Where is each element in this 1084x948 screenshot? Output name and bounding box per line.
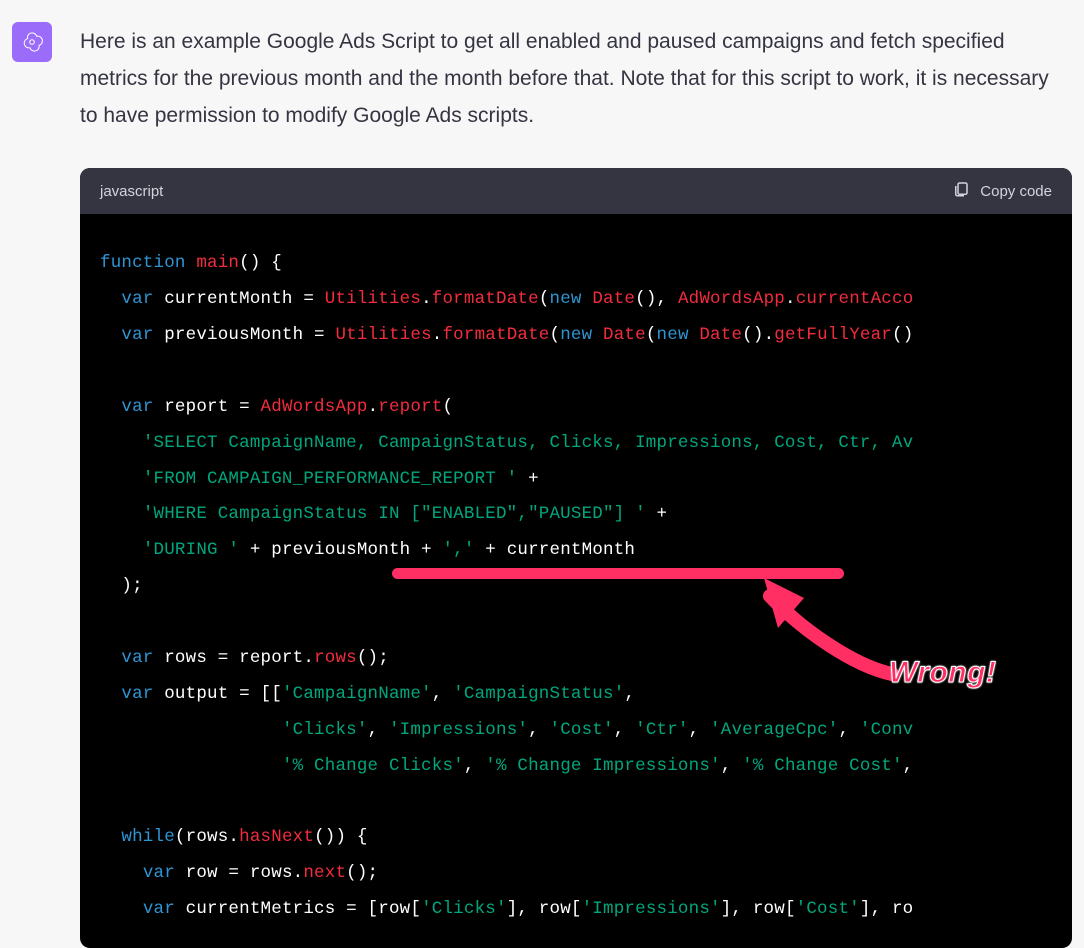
assistant-avatar-icon <box>12 22 52 62</box>
copy-code-label: Copy code <box>980 183 1052 200</box>
annotation-arrow-icon <box>734 578 904 688</box>
code-language-label: javascript <box>100 183 163 200</box>
code-content[interactable]: function main() { var currentMonth = Uti… <box>80 214 1072 948</box>
clipboard-icon <box>952 180 970 202</box>
message-content: Here is an example Google Ads Script to … <box>80 22 1072 948</box>
annotation-label: Wrong! <box>889 642 996 704</box>
assistant-message: Here is an example Google Ads Script to … <box>0 0 1084 948</box>
annotation-underline <box>392 568 844 579</box>
copy-code-button[interactable]: Copy code <box>952 180 1052 202</box>
code-block: javascript Copy code function main() { v… <box>80 168 1072 948</box>
code-header: javascript Copy code <box>80 168 1072 214</box>
message-text: Here is an example Google Ads Script to … <box>80 24 1072 134</box>
